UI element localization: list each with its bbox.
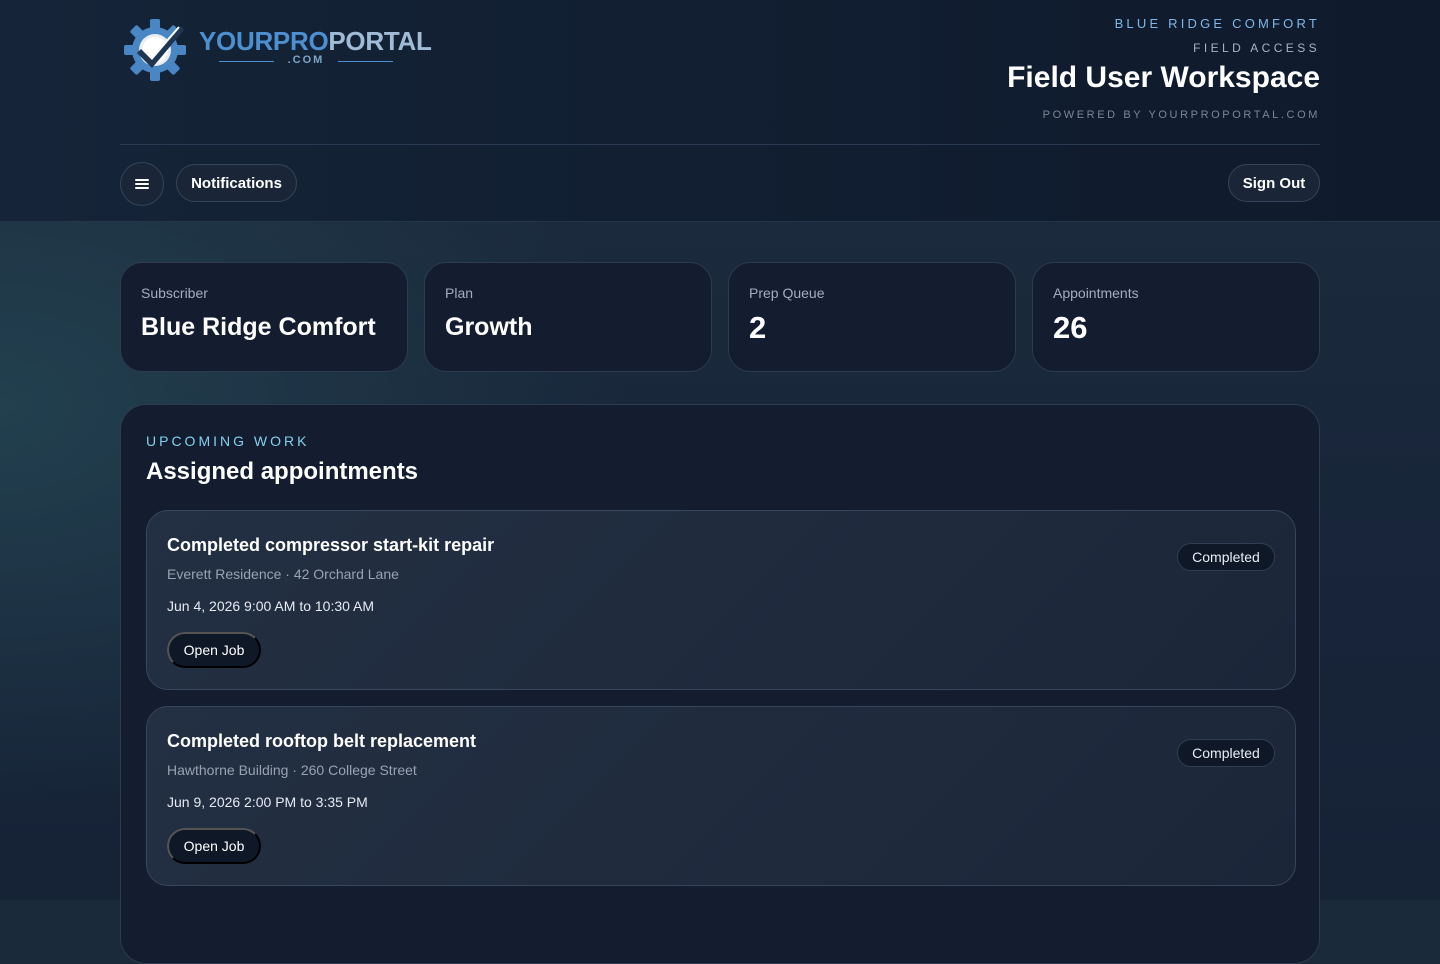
status-badge: Completed <box>1177 543 1275 571</box>
stat-label: Subscriber <box>141 285 208 301</box>
header-titles: BLUE RIDGE COMFORT FIELD ACCESS Field Us… <box>1007 16 1320 121</box>
appointment-title: Completed rooftop belt replacement <box>167 731 477 751</box>
section-title: Assigned appointments <box>146 458 419 485</box>
logo-wordmark: YOURPROPORTAL <box>199 26 432 56</box>
section-eyebrow: UPCOMING WORK <box>146 433 310 449</box>
stat-card-subscriber: Subscriber Blue Ridge Comfort <box>120 262 408 372</box>
sign-out-button[interactable]: Sign Out <box>1228 164 1320 202</box>
company-eyebrow: BLUE RIDGE COMFORT <box>1114 16 1320 31</box>
stat-value: Blue Ridge Comfort <box>141 313 376 341</box>
gear-check-icon <box>124 19 186 81</box>
stat-value: 26 <box>1053 310 1088 345</box>
appointment-card: Completed compressor start-kit repair Ev… <box>146 510 1296 690</box>
upcoming-work-panel: UPCOMING WORK Assigned appointments Comp… <box>120 404 1320 964</box>
powered-by-text: POWERED BY YOURPROPORTAL.COM <box>1042 109 1320 121</box>
stat-card-appointments: Appointments 26 <box>1032 262 1320 372</box>
appointment-time: Jun 4, 2026 9:00 AM to 10:30 AM <box>167 598 375 614</box>
stat-label: Prep Queue <box>749 285 825 301</box>
open-job-button[interactable]: Open Job <box>167 828 261 864</box>
stat-card-prep-queue: Prep Queue 2 <box>728 262 1016 372</box>
app-header: YOURPROPORTAL .COM BLUE RIDGE COMFORT FI… <box>0 0 1440 222</box>
appointment-title: Completed compressor start-kit repair <box>167 535 495 555</box>
appointment-time: Jun 9, 2026 2:00 PM to 3:35 PM <box>167 794 368 810</box>
access-eyebrow: FIELD ACCESS <box>1193 41 1320 55</box>
stat-label: Plan <box>445 285 474 301</box>
stat-value: Growth <box>445 313 533 341</box>
status-badge: Completed <box>1177 739 1275 767</box>
appointment-location: Everett Residence · 42 Orchard Lane <box>167 566 399 582</box>
hamburger-menu-icon <box>135 179 149 189</box>
header-divider <box>120 144 1320 145</box>
stat-value: 2 <box>749 310 767 345</box>
page-title: Field User Workspace <box>1007 61 1320 94</box>
open-job-button[interactable]: Open Job <box>167 632 261 668</box>
stat-card-plan: Plan Growth <box>424 262 712 372</box>
stat-label: Appointments <box>1053 285 1139 301</box>
appointment-card: Completed rooftop belt replacement Hawth… <box>146 706 1296 886</box>
notifications-button[interactable]: Notifications <box>176 164 297 202</box>
appointment-location: Hawthorne Building · 260 College Street <box>167 762 417 778</box>
menu-button[interactable] <box>120 162 164 206</box>
logo-domain-suffix: .COM <box>211 54 401 66</box>
yourproportal-logo[interactable]: YOURPROPORTAL .COM <box>121 16 432 82</box>
